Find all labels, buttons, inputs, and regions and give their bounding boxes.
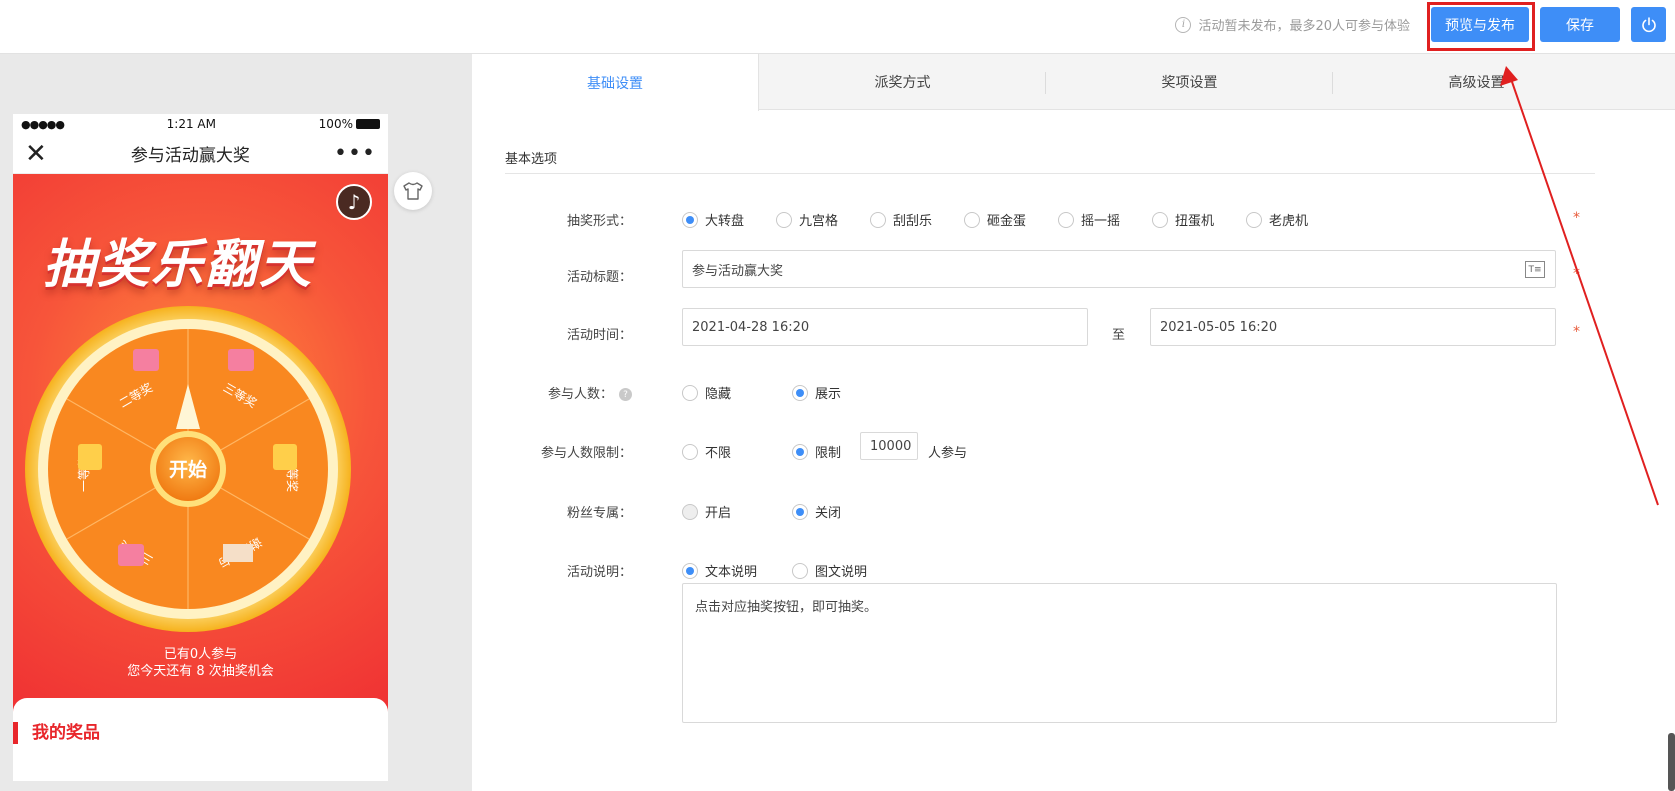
time-separator: 至 [1112, 328, 1126, 343]
radio-limit-on[interactable]: 限制 [792, 442, 841, 461]
radio-lottery-slot[interactable]: 老虎机 [1246, 210, 1308, 229]
publish-notice: i 活动暂未发布，最多20人可参与体验 [1175, 15, 1410, 34]
settings-panel: 基础设置 派奖方式 奖项设置 高级设置 基本选项 抽奖形式： 大转盘 九宫格 刮… [472, 54, 1675, 791]
radio-participants-show[interactable]: 展示 [792, 383, 841, 402]
power-icon [1641, 16, 1656, 32]
radio-desc-rich[interactable]: 图文说明 [792, 561, 867, 580]
prize-wheel: 三等奖 二等奖 谢谢参与 三等奖 一等奖 二等奖 [23, 304, 353, 634]
join-info: 已有0人参与 您今天还有 8 次抽奖机会 [13, 646, 388, 680]
more-icon[interactable]: ••• [334, 141, 376, 166]
radio-fans-on[interactable]: 开启 [682, 502, 731, 521]
participants-label: 参与人数：? [472, 383, 632, 402]
limit-label: 参与人数限制： [540, 446, 632, 461]
required-mark: * [1573, 210, 1580, 226]
phone-page-title: 参与活动赢大奖 [130, 146, 250, 166]
help-icon[interactable]: ? [619, 388, 632, 401]
section-title: 基本选项 [505, 152, 558, 167]
exit-button[interactable] [1631, 7, 1666, 42]
status-time: 1:21 AM [166, 117, 216, 131]
required-mark: * [1573, 266, 1580, 282]
limit-suffix: 人参与 [928, 446, 968, 461]
music-icon[interactable]: ♪ [336, 184, 372, 220]
limit-count-input[interactable]: 10000 [860, 432, 918, 460]
text-style-icon[interactable]: T≡ [1525, 261, 1545, 278]
shirt-icon [403, 182, 423, 200]
tab-label: 派奖方式 [874, 75, 931, 91]
preview-publish-button[interactable]: 预览与发布 [1431, 7, 1529, 42]
activity-banner: ♪ 抽奖乐翻天 三等奖 二等奖 一等奖 二等奖 开始 已有0人参与 您今天还有 … [13, 174, 388, 724]
my-prizes-card: 我的奖品 [13, 698, 388, 781]
end-time-input[interactable]: 2021-05-05 16:20 [1150, 308, 1556, 346]
radio-lottery-wheel[interactable]: 大转盘 [682, 210, 744, 229]
tab-label: 高级设置 [1448, 75, 1505, 91]
radio-lottery-grid[interactable]: 九宫格 [776, 210, 838, 229]
save-button[interactable]: 保存 [1540, 7, 1620, 42]
tab-award-method[interactable]: 派奖方式 [759, 54, 1046, 110]
radio-desc-text[interactable]: 文本说明 [682, 561, 757, 580]
desc-label: 活动说明： [566, 565, 632, 580]
start-button-label[interactable]: 开始 [169, 458, 207, 481]
banner-title: 抽奖乐翻天 [43, 235, 314, 295]
battery-percent: 100% [318, 117, 353, 131]
title-input-value: 参与活动赢大奖 [692, 263, 784, 279]
radio-lottery-scratch[interactable]: 刮刮乐 [870, 210, 932, 229]
top-bar: i 活动暂未发布，最多20人可参与体验 预览与发布 保存 [0, 0, 1675, 54]
divider [505, 173, 1595, 174]
radio-lottery-egg[interactable]: 砸金蛋 [964, 210, 1026, 229]
radio-lottery-gacha[interactable]: 扭蛋机 [1152, 210, 1214, 229]
tab-advanced[interactable]: 高级设置 [1333, 54, 1620, 110]
phone-preview: ●●●●● 1:21 AM 100% ✕ 参与活动赢大奖 ••• ♪ 抽奖乐翻天 [13, 114, 388, 781]
join-count-text: 已有0人参与 [163, 647, 238, 662]
tab-label: 奖项设置 [1161, 75, 1218, 91]
signal-icon: ●●●●● [21, 117, 65, 131]
radio-lottery-shake[interactable]: 摇一摇 [1058, 210, 1120, 229]
start-time-input[interactable]: 2021-04-28 16:20 [682, 308, 1088, 346]
prize-wheel-graphic: 三等奖 二等奖 谢谢参与 三等奖 一等奖 二等奖 [25, 306, 351, 632]
tab-basic[interactable]: 基础设置 [472, 54, 759, 111]
my-prizes-title: 我的奖品 [13, 722, 100, 744]
lottery-type-label: 抽奖形式： [566, 214, 632, 229]
publish-notice-text: 活动暂未发布，最多20人可参与体验 [1198, 19, 1410, 34]
desc-textarea[interactable]: 点击对应抽奖按钮，即可抽奖。 [682, 583, 1557, 723]
theme-button[interactable] [394, 172, 432, 210]
radio-participants-hide[interactable]: 隐藏 [682, 383, 731, 402]
radio-limit-none[interactable]: 不限 [682, 442, 731, 461]
draw-chances-text: 您今天还有 8 次抽奖机会 [127, 664, 274, 679]
phone-status-bar: ●●●●● 1:21 AM 100% [13, 114, 388, 134]
tab-prizes[interactable]: 奖项设置 [1046, 54, 1333, 110]
info-icon: i [1175, 16, 1192, 33]
phone-nav-bar: ✕ 参与活动赢大奖 ••• [13, 134, 388, 174]
battery-icon [355, 119, 380, 129]
required-mark: * [1573, 324, 1580, 340]
close-icon[interactable]: ✕ [25, 141, 47, 167]
time-label: 活动时间： [566, 328, 632, 343]
settings-tabs: 基础设置 派奖方式 奖项设置 高级设置 [472, 54, 1675, 111]
scrollbar[interactable] [1668, 733, 1675, 791]
fans-label: 粉丝专属： [566, 506, 632, 521]
title-input[interactable]: 参与活动赢大奖 T≡ [682, 250, 1556, 288]
radio-fans-off[interactable]: 关闭 [792, 502, 841, 521]
title-label: 活动标题： [566, 270, 632, 285]
